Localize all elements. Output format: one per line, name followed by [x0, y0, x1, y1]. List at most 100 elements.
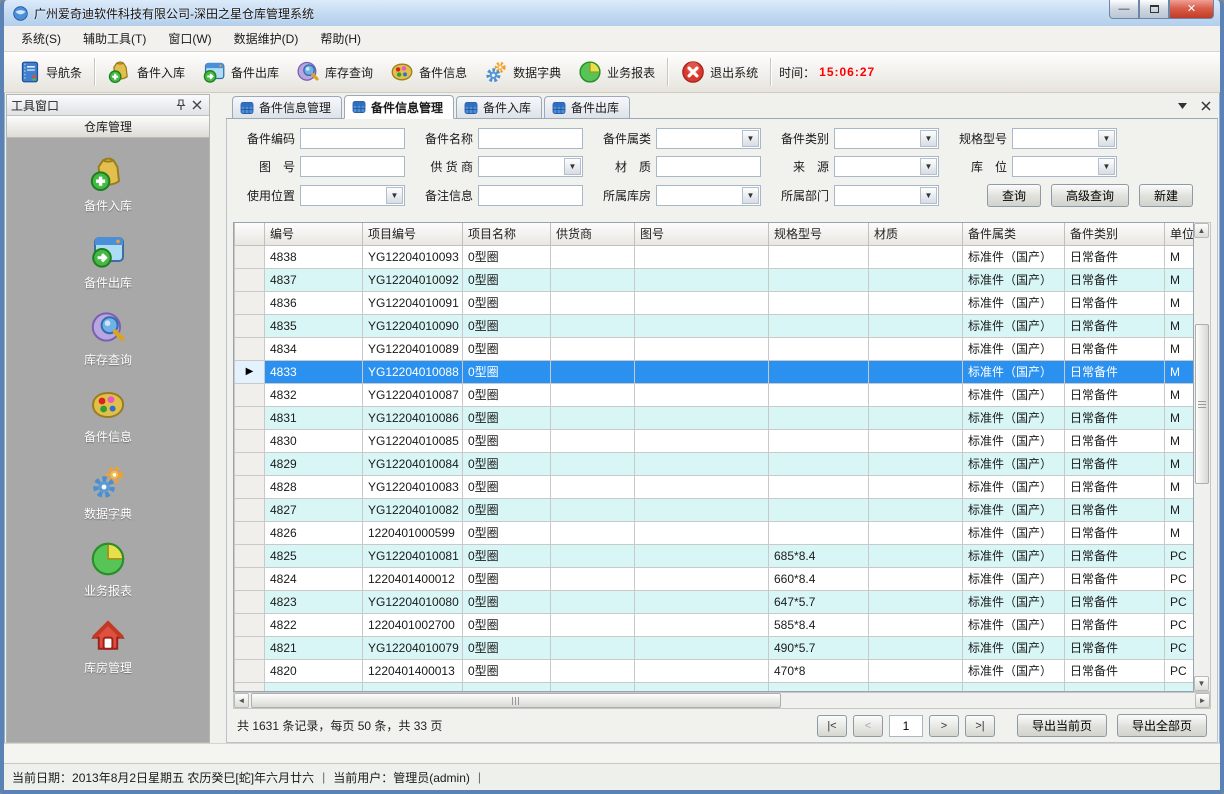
- cell-drawing[interactable]: [635, 613, 769, 636]
- pin-icon[interactable]: [173, 97, 189, 113]
- cell-category[interactable]: 标准件（国产）: [963, 613, 1065, 636]
- cell-unit[interactable]: M: [1165, 245, 1195, 268]
- table-row[interactable]: 4829YG122040100840型圈标准件（国产）日常备件M: [235, 452, 1195, 475]
- cell-material[interactable]: [869, 406, 963, 429]
- row-selector-cell[interactable]: [235, 406, 265, 429]
- cell-material[interactable]: [869, 498, 963, 521]
- maximize-button[interactable]: [1139, 0, 1169, 19]
- scroll-down-icon[interactable]: ▼: [1194, 676, 1209, 691]
- cell-name[interactable]: 0型圈: [463, 590, 551, 613]
- cell-supplier[interactable]: [551, 498, 635, 521]
- cell-material[interactable]: [869, 521, 963, 544]
- cell-unit[interactable]: M: [1165, 521, 1195, 544]
- cell-category[interactable]: 标准件（国产）: [963, 268, 1065, 291]
- cell-project_no[interactable]: YG12204010082: [363, 498, 463, 521]
- cell-material[interactable]: [869, 544, 963, 567]
- field-input[interactable]: [300, 156, 405, 177]
- cell-supplier[interactable]: [551, 383, 635, 406]
- cell-name[interactable]: 0型圈: [463, 360, 551, 383]
- menu-item-2[interactable]: 辅助工具(T): [72, 26, 157, 51]
- cell-project_no[interactable]: YG12204010079: [363, 636, 463, 659]
- sidebar-item-5[interactable]: 数据字典: [7, 462, 209, 522]
- column-header-1[interactable]: 编号: [265, 223, 363, 245]
- row-selector-cell[interactable]: [235, 245, 265, 268]
- cell-no[interactable]: 4821: [265, 636, 363, 659]
- cell-project_no[interactable]: YG12204010081: [363, 544, 463, 567]
- vscroll-thumb[interactable]: [1195, 324, 1209, 484]
- cell-no[interactable]: 4830: [265, 429, 363, 452]
- cell-material[interactable]: [869, 452, 963, 475]
- field-dropdown[interactable]: ▼: [1012, 128, 1117, 149]
- cell-no[interactable]: 4820: [265, 659, 363, 682]
- cell-drawing[interactable]: [635, 429, 769, 452]
- sidebar-item-3[interactable]: 库存查询: [7, 308, 209, 368]
- cell-supplier[interactable]: [551, 291, 635, 314]
- field-input[interactable]: [478, 128, 583, 149]
- cell-unit[interactable]: M: [1165, 268, 1195, 291]
- table-row[interactable]: 482412204014000120型圈660*8.4标准件（国产）日常备件PC: [235, 567, 1195, 590]
- toolbar-button-3[interactable]: 备件出库: [193, 56, 287, 88]
- cell-material[interactable]: [869, 245, 963, 268]
- cell-name[interactable]: 0型圈: [463, 291, 551, 314]
- cell-drawing[interactable]: [635, 475, 769, 498]
- menu-item-3[interactable]: 窗口(W): [157, 26, 222, 51]
- cell-supplier[interactable]: [551, 567, 635, 590]
- table-row[interactable]: 4828YG122040100830型圈标准件（国产）日常备件M: [235, 475, 1195, 498]
- toolbar-button-4[interactable]: 库存查询: [287, 56, 381, 88]
- column-header-4[interactable]: 供货商: [551, 223, 635, 245]
- column-header-7[interactable]: 材质: [869, 223, 963, 245]
- cell-supplier[interactable]: [551, 268, 635, 291]
- cell-name[interactable]: 0型圈: [463, 636, 551, 659]
- advanced-query-button[interactable]: 高级查询: [1051, 184, 1129, 207]
- scroll-left-icon[interactable]: ◄: [234, 693, 249, 708]
- cell-no[interactable]: 4828: [265, 475, 363, 498]
- cell-no[interactable]: 4834: [265, 337, 363, 360]
- cell-category[interactable]: 标准件（国产）: [963, 590, 1065, 613]
- cell-no[interactable]: 4838: [265, 245, 363, 268]
- cell-project_no[interactable]: YG12204010087: [363, 383, 463, 406]
- cell-spec[interactable]: [769, 452, 869, 475]
- cell-supplier[interactable]: [551, 429, 635, 452]
- cell-material[interactable]: [869, 383, 963, 406]
- cell-name[interactable]: 0型圈: [463, 406, 551, 429]
- cell-drawing[interactable]: [635, 498, 769, 521]
- row-selector-cell[interactable]: [235, 452, 265, 475]
- cell-supplier[interactable]: [551, 245, 635, 268]
- cell-project_no[interactable]: YG12204010093: [363, 245, 463, 268]
- cell-supplier[interactable]: [551, 590, 635, 613]
- cell-drawing[interactable]: [635, 567, 769, 590]
- field-dropdown[interactable]: ▼: [478, 156, 583, 177]
- cell-project_no[interactable]: YG12204010086: [363, 406, 463, 429]
- column-header-3[interactable]: 项目名称: [463, 223, 551, 245]
- row-selector-cell[interactable]: [235, 567, 265, 590]
- chevron-down-icon[interactable]: [1174, 98, 1190, 114]
- cell-supplier[interactable]: [551, 521, 635, 544]
- row-selector-cell[interactable]: ▶: [235, 360, 265, 383]
- scroll-up-icon[interactable]: ▲: [1194, 223, 1209, 238]
- cell-project_no[interactable]: YG12204010080: [363, 590, 463, 613]
- cell-spec[interactable]: [769, 314, 869, 337]
- cell-drawing[interactable]: [635, 360, 769, 383]
- cell-name[interactable]: 0型圈: [463, 659, 551, 682]
- field-input[interactable]: [656, 156, 761, 177]
- cell-supplier[interactable]: [551, 314, 635, 337]
- cell-type[interactable]: 日常备件: [1065, 406, 1165, 429]
- cell-project_no[interactable]: YG12204010091: [363, 291, 463, 314]
- cell-unit[interactable]: M: [1165, 314, 1195, 337]
- cell-drawing[interactable]: [635, 406, 769, 429]
- toolbar-button-6[interactable]: 数据字典: [475, 56, 569, 88]
- cell-category[interactable]: 标准件（国产）: [963, 475, 1065, 498]
- cell-no[interactable]: 4835: [265, 314, 363, 337]
- cell-no[interactable]: 4829: [265, 452, 363, 475]
- cell-name[interactable]: 0型圈: [463, 452, 551, 475]
- table-row[interactable]: 4838YG122040100930型圈标准件（国产）日常备件M: [235, 245, 1195, 268]
- table-row[interactable]: 4825YG122040100810型圈685*8.4标准件（国产）日常备件PC: [235, 544, 1195, 567]
- cell-name[interactable]: 0型圈: [463, 245, 551, 268]
- cell-unit[interactable]: PC: [1165, 636, 1195, 659]
- table-row[interactable]: 482612204010005990型圈标准件（国产）日常备件M: [235, 521, 1195, 544]
- cell-supplier[interactable]: [551, 636, 635, 659]
- row-selector-cell[interactable]: [235, 429, 265, 452]
- cell-supplier[interactable]: [551, 406, 635, 429]
- scroll-right-icon[interactable]: ►: [1195, 693, 1210, 708]
- cell-unit[interactable]: M: [1165, 406, 1195, 429]
